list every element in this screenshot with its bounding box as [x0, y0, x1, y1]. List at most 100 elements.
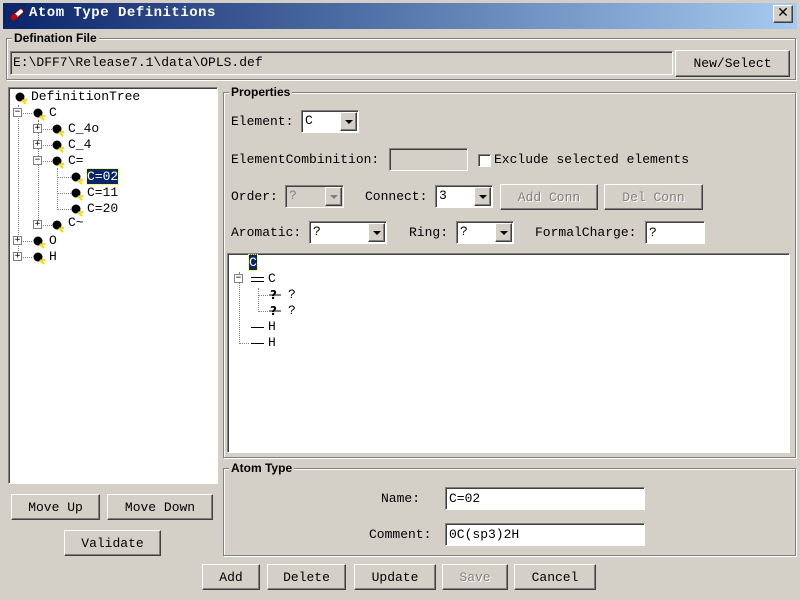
atom-icon: [52, 124, 64, 137]
comment-label: Comment:: [369, 527, 432, 542]
order-value: ?: [289, 188, 297, 203]
expand-icon[interactable]: +: [13, 252, 22, 261]
tree-item-c-eq-11[interactable]: C=11: [87, 185, 118, 200]
expand-icon[interactable]: +: [33, 220, 42, 229]
order-select[interactable]: ?: [285, 185, 344, 208]
comment-field[interactable]: 0C(sp3)2H: [445, 523, 645, 546]
cancel-button[interactable]: Cancel: [514, 564, 596, 590]
comment-value: 0C(sp3)2H: [449, 527, 520, 542]
formalcharge-field[interactable]: ?: [645, 221, 705, 244]
chevron-down-icon[interactable]: [495, 223, 512, 242]
save-button[interactable]: Save: [442, 564, 508, 590]
structure-q1[interactable]: ?: [288, 287, 296, 302]
structure-child-c[interactable]: C: [268, 271, 276, 286]
tree-item-c-eq-02[interactable]: C=02: [85, 168, 120, 185]
single-bond-icon: [251, 343, 264, 344]
structure-q2[interactable]: ?: [288, 303, 296, 318]
element-select[interactable]: C: [301, 110, 359, 133]
elementcombination-label: ElementCombinition:: [231, 152, 380, 167]
order-label: Order:: [231, 189, 278, 204]
ring-select[interactable]: ?: [456, 221, 514, 244]
atom-icon: [33, 252, 45, 265]
chevron-down-icon[interactable]: [340, 112, 357, 131]
connect-select[interactable]: 3: [435, 185, 493, 208]
exclude-label: Exclude selected elements: [494, 152, 690, 167]
double-bond-icon: [251, 277, 264, 278]
ring-value: ?: [460, 224, 468, 239]
atom-icon: [52, 156, 64, 169]
expand-icon[interactable]: +: [13, 236, 22, 245]
app-icon: [10, 8, 24, 21]
exclude-checkbox[interactable]: [478, 154, 491, 167]
structure-root[interactable]: C: [248, 254, 258, 271]
atom-icon: [71, 172, 83, 185]
formalcharge-label: FormalCharge:: [535, 225, 637, 240]
name-label: Name:: [381, 491, 421, 506]
collapse-icon[interactable]: −: [33, 156, 42, 165]
new-select-button[interactable]: New/Select: [675, 50, 790, 77]
tree-line: [38, 120, 39, 226]
move-down-button[interactable]: Move Down: [107, 494, 213, 520]
tree-item-c[interactable]: C: [49, 105, 57, 120]
atom-icon: [33, 108, 45, 121]
structure-tree[interactable]: [227, 253, 790, 453]
atom-icon: [33, 236, 45, 249]
definition-file-path-field[interactable]: E:\DFF7\Release7.1\data\OPLS.def: [10, 51, 673, 75]
atom-type-label: Atom Type: [229, 461, 295, 475]
double-bond-icon: [251, 281, 264, 282]
tree-line: [258, 311, 268, 312]
atom-icon: [52, 140, 64, 153]
chevron-down-icon[interactable]: [474, 187, 491, 206]
tree-item-root[interactable]: DefinitionTree: [31, 89, 140, 104]
tree-line: [57, 177, 71, 178]
connect-label: Connect:: [365, 189, 428, 204]
unknown-bond-icon: ?: [269, 288, 281, 302]
aromatic-value: ?: [313, 224, 321, 239]
tree-item-c-eq[interactable]: C=: [68, 153, 84, 168]
unknown-bond-icon: ?: [269, 304, 281, 318]
collapse-icon[interactable]: −: [234, 274, 243, 283]
atom-icon: [15, 92, 27, 105]
validate-button[interactable]: Validate: [64, 530, 161, 556]
add-conn-button[interactable]: Add Conn: [500, 184, 598, 210]
definition-file-label: Defination File: [12, 31, 99, 45]
elementcombination-field[interactable]: [389, 148, 468, 171]
ring-label: Ring:: [409, 225, 449, 240]
element-value: C: [305, 113, 313, 128]
update-button[interactable]: Update: [354, 564, 436, 590]
name-field[interactable]: C=02: [445, 487, 645, 510]
tree-item-c-4o[interactable]: C_4o: [68, 121, 99, 136]
chevron-down-icon[interactable]: [368, 223, 385, 242]
element-label: Element:: [231, 114, 294, 129]
aromatic-select[interactable]: ?: [309, 221, 387, 244]
tree-item-c-tilde[interactable]: C~: [68, 215, 84, 230]
delete-button[interactable]: Delete: [267, 564, 346, 590]
collapse-icon[interactable]: −: [13, 108, 22, 117]
tree-line: [57, 209, 71, 210]
del-conn-button[interactable]: Del Conn: [604, 184, 703, 210]
tree-line: [239, 343, 249, 344]
close-icon: ✕: [777, 5, 789, 21]
add-button[interactable]: Add: [202, 564, 260, 590]
expand-icon[interactable]: +: [33, 140, 42, 149]
single-bond-icon: [251, 327, 264, 328]
chevron-down-icon[interactable]: [325, 187, 342, 206]
properties-label: Properties: [229, 85, 293, 99]
tree-line: [57, 193, 71, 194]
formalcharge-value: ?: [649, 225, 657, 240]
structure-h2[interactable]: H: [268, 335, 276, 350]
tree-line: [57, 168, 58, 210]
tree-line: [258, 295, 268, 296]
tree-item-o[interactable]: O: [49, 233, 57, 248]
close-button[interactable]: ✕: [773, 5, 793, 23]
atom-icon: [52, 220, 64, 233]
expand-icon[interactable]: +: [33, 124, 42, 133]
name-value: C=02: [449, 491, 481, 506]
definition-file-path: E:\DFF7\Release7.1\data\OPLS.def: [13, 55, 263, 70]
window-title: Atom Type Definitions: [29, 5, 216, 21]
tree-item-h[interactable]: H: [49, 249, 57, 264]
tree-item-c-4[interactable]: C_4: [68, 137, 91, 152]
move-up-button[interactable]: Move Up: [11, 494, 100, 520]
structure-h1[interactable]: H: [268, 319, 276, 334]
tree-item-c-eq-20[interactable]: C=20: [87, 201, 118, 216]
